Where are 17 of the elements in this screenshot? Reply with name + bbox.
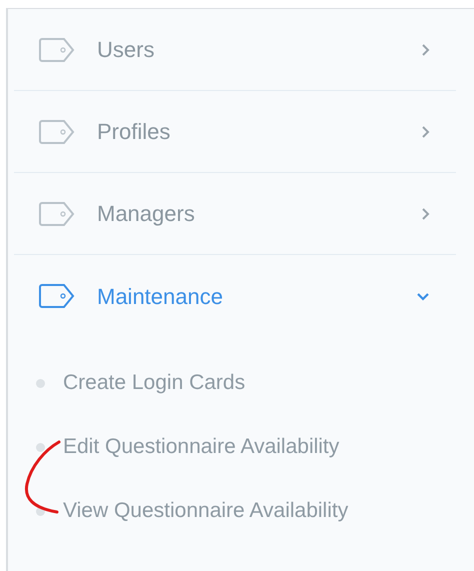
menu-item[interactable]: Profiles <box>14 91 456 173</box>
chevron-right-icon <box>421 42 430 56</box>
tag-icon <box>38 118 75 144</box>
menu-item[interactable]: Maintenance <box>14 255 456 337</box>
tag-icon <box>38 283 75 309</box>
tag-icon <box>38 36 75 62</box>
submenu-item[interactable]: View Questionnaire Availability <box>14 479 456 543</box>
bullet-icon <box>36 442 45 452</box>
menu-item[interactable]: Managers <box>14 173 456 255</box>
chevron-down-icon <box>416 292 430 300</box>
tag-icon <box>38 200 75 226</box>
chevron-right-icon <box>421 124 430 138</box>
submenu-item[interactable]: Create Login Cards <box>14 351 456 415</box>
menu-item[interactable]: Users <box>14 9 456 91</box>
bullet-icon <box>36 378 45 388</box>
chevron-right-icon <box>421 206 430 220</box>
submenu-item[interactable]: Edit Questionnaire Availability <box>14 415 456 479</box>
